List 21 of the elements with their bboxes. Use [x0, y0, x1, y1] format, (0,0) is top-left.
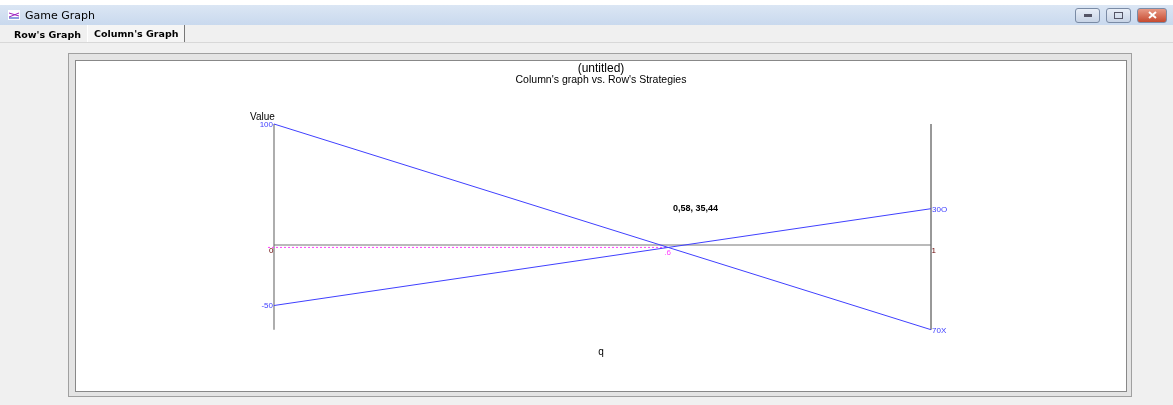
maximize-icon [1114, 11, 1123, 19]
intersection-label: .6 [664, 248, 671, 258]
minimize-button[interactable] [1075, 7, 1100, 23]
series-label: 30O [932, 204, 948, 214]
series-label: 70X [932, 325, 947, 335]
axis-tick-label: 100 [259, 119, 273, 129]
tab[interactable]: Column's Graph [86, 25, 186, 42]
chart-title: (untitled) [577, 61, 625, 75]
maximize-button[interactable] [1106, 7, 1131, 23]
minimize-icon [1083, 13, 1092, 17]
axis-tick-label: 1 [931, 246, 936, 255]
graph-icon [8, 10, 20, 20]
point-readout: 0,58, 35,44 [673, 203, 719, 213]
close-icon [1147, 11, 1157, 19]
window-title: Game Graph [25, 8, 96, 22]
axis-label: Value [250, 111, 275, 122]
chart-subtitle: Column's graph vs. Row's Strategies [515, 73, 687, 85]
close-button[interactable] [1137, 7, 1167, 23]
axis-tick-label: 0 [269, 246, 274, 255]
axis-label: q [598, 346, 604, 357]
axis-tick-label: -50 [261, 301, 273, 311]
